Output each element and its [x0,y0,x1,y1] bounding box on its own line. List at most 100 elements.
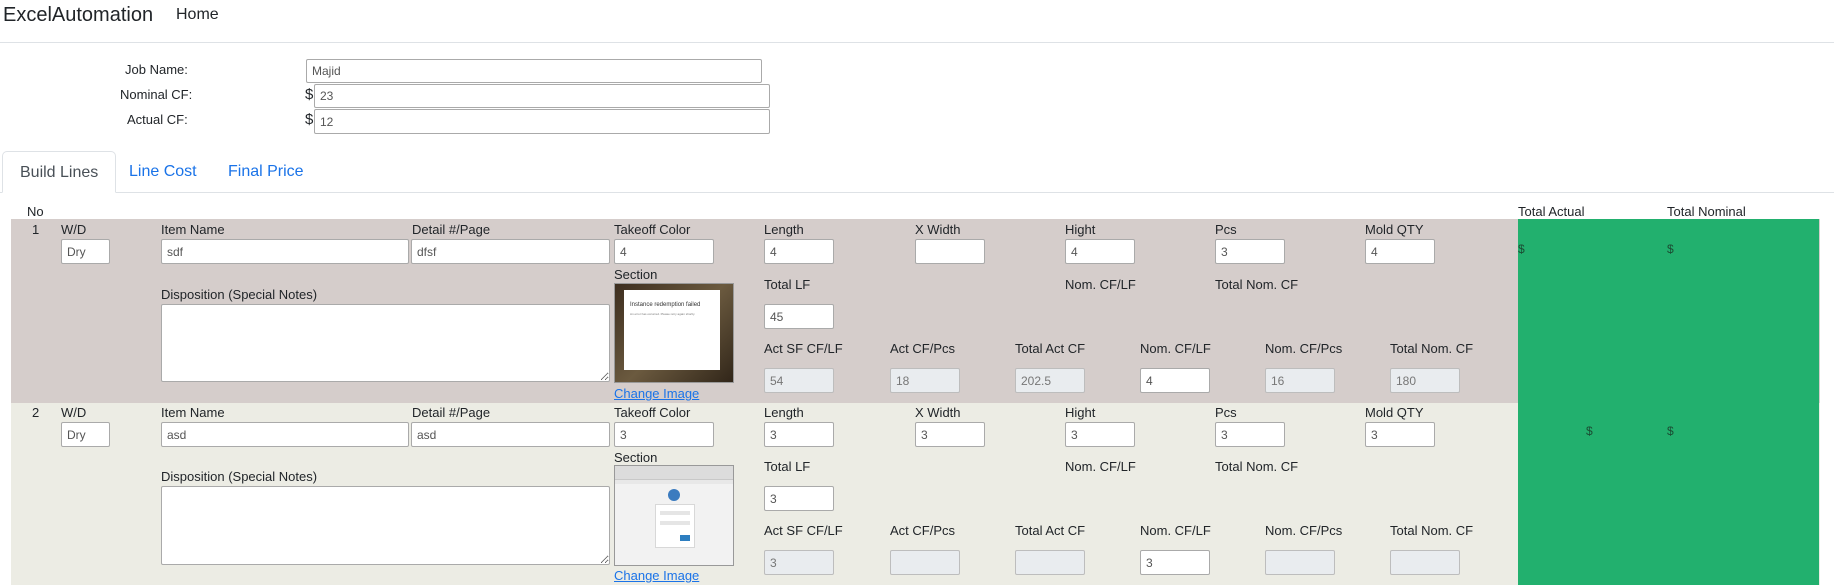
nom-cf-lf-label: Nom. CF/LF [1065,277,1136,292]
act-sf-cf-lf-label: Act SF CF/LF [764,341,843,356]
length-label: Length [764,405,804,420]
pcs-input[interactable] [1215,239,1285,264]
nom-cf-pcs-label: Nom. CF/Pcs [1265,341,1343,356]
thumbnail-button [680,535,690,541]
mold-qty-input[interactable] [1365,239,1435,264]
hight-input[interactable] [1065,239,1135,264]
act-cf-pcs-input [890,550,960,575]
thumbnail-menu-strip [615,480,733,484]
detail-page-label: Detail #/Page [412,222,491,237]
act-cf-pcs-label: Act CF/Pcs [890,523,956,538]
thumbnail-dialog: Instance redemption failed An error has … [624,290,720,370]
item-name-input[interactable] [161,422,409,447]
pcs-label: Pcs [1215,222,1237,237]
act-sf-cf-lf-input [764,368,834,393]
total-actual-value: $ [1586,424,1593,438]
x-width-label: X Width [915,222,961,237]
x-width-input[interactable] [915,422,985,447]
disposition-label: Disposition (Special Notes) [161,469,318,484]
total-actual-value: $ [1518,242,1525,256]
detail-page-input[interactable] [411,422,610,447]
nom-cf-lf-input[interactable] [1140,550,1210,575]
nom-cf-lf-input[interactable] [1140,368,1210,393]
disposition-textarea[interactable] [161,304,610,382]
job-name-input[interactable] [306,59,762,83]
total-nom-cf-label: Total Nom. CF [1215,459,1299,474]
total-act-cf-input [1015,368,1085,393]
nom-cf-pcs-input [1265,550,1335,575]
nom-cf-pcs-input [1265,368,1335,393]
change-image-link[interactable]: Change Image [614,568,699,583]
header-total-actual: Total Actual [1518,204,1585,219]
nominal-cf-label: Nominal CF: [120,87,193,102]
header-total-nominal: Total Nominal [1667,204,1746,219]
act-cf-pcs-input [890,368,960,393]
job-name-label: Job Name: [125,62,188,77]
length-label: Length [764,222,804,237]
pcs-input[interactable] [1215,422,1285,447]
wd-input[interactable] [61,422,110,447]
total-nom-cf-label: Total Nom. CF [1215,277,1299,292]
total-act-cf-input [1015,550,1085,575]
total-lf-input[interactable] [764,486,834,511]
wd-input[interactable] [61,239,110,264]
thumbnail-logo-icon [668,489,680,501]
takeoff-color-input[interactable] [614,239,714,264]
header-no: No [27,204,44,219]
hight-label: Hight [1065,222,1096,237]
x-width-label: X Width [915,405,961,420]
tab-line-cost[interactable]: Line Cost [112,151,214,193]
thumbnail-field [660,511,690,515]
section-label: Section [614,450,658,465]
nom-cf-lf-label-2: Nom. CF/LF [1140,341,1211,356]
item-name-label: Item Name [161,405,225,420]
row-number: 1 [32,222,40,237]
hight-input[interactable] [1065,422,1135,447]
detail-page-label: Detail #/Page [412,405,491,420]
nav-home-link[interactable]: Home [176,6,219,24]
item-name-input[interactable] [161,239,409,264]
section-thumbnail [614,465,734,566]
nom-cf-lf-label-2: Nom. CF/LF [1140,523,1211,538]
nominal-cf-currency: $ [305,86,314,103]
act-cf-pcs-label: Act CF/Pcs [890,341,956,356]
total-nominal-value: $ [1667,242,1674,256]
section-label: Section [614,267,658,282]
nom-cf-pcs-label: Nom. CF/Pcs [1265,523,1343,538]
disposition-textarea[interactable] [161,486,610,565]
mold-qty-label: Mold QTY [1365,405,1424,420]
navbar: ExcelAutomation Home [0,0,1834,43]
total-nominal-value: $ [1667,424,1674,438]
total-nom-cf-label-2: Total Nom. CF [1390,341,1474,356]
tab-build-lines[interactable]: Build Lines [2,151,117,193]
takeoff-color-label: Takeoff Color [614,405,691,420]
disposition-label: Disposition (Special Notes) [161,287,318,302]
total-lf-input[interactable] [764,304,834,329]
thumbnail-field [660,521,690,525]
total-nom-cf-input [1390,368,1460,393]
detail-page-input[interactable] [411,239,610,264]
act-sf-cf-lf-input [764,550,834,575]
change-image-link[interactable]: Change Image [614,386,699,401]
length-input[interactable] [764,239,834,264]
total-lf-label: Total LF [764,459,811,474]
total-act-cf-label: Total Act CF [1015,341,1086,356]
actual-cf-input[interactable] [314,109,770,134]
tab-final-price[interactable]: Final Price [211,151,321,193]
thumbnail-title: Instance redemption failed [630,302,701,308]
nominal-cf-input[interactable] [314,84,770,108]
item-name-label: Item Name [161,222,225,237]
thumbnail-toolbar [615,466,733,480]
nom-cf-lf-label: Nom. CF/LF [1065,459,1136,474]
wd-label: W/D [61,405,87,420]
mold-qty-input[interactable] [1365,422,1435,447]
takeoff-color-label: Takeoff Color [614,222,691,237]
x-width-input[interactable] [915,239,985,264]
total-nom-cf-input [1390,550,1460,575]
thumbnail-text: An error has occurred. Please retry agai… [630,312,696,316]
takeoff-color-input[interactable] [614,422,714,447]
act-sf-cf-lf-label: Act SF CF/LF [764,523,843,538]
length-input[interactable] [764,422,834,447]
brand-link[interactable]: ExcelAutomation [3,4,153,27]
pcs-label: Pcs [1215,405,1237,420]
